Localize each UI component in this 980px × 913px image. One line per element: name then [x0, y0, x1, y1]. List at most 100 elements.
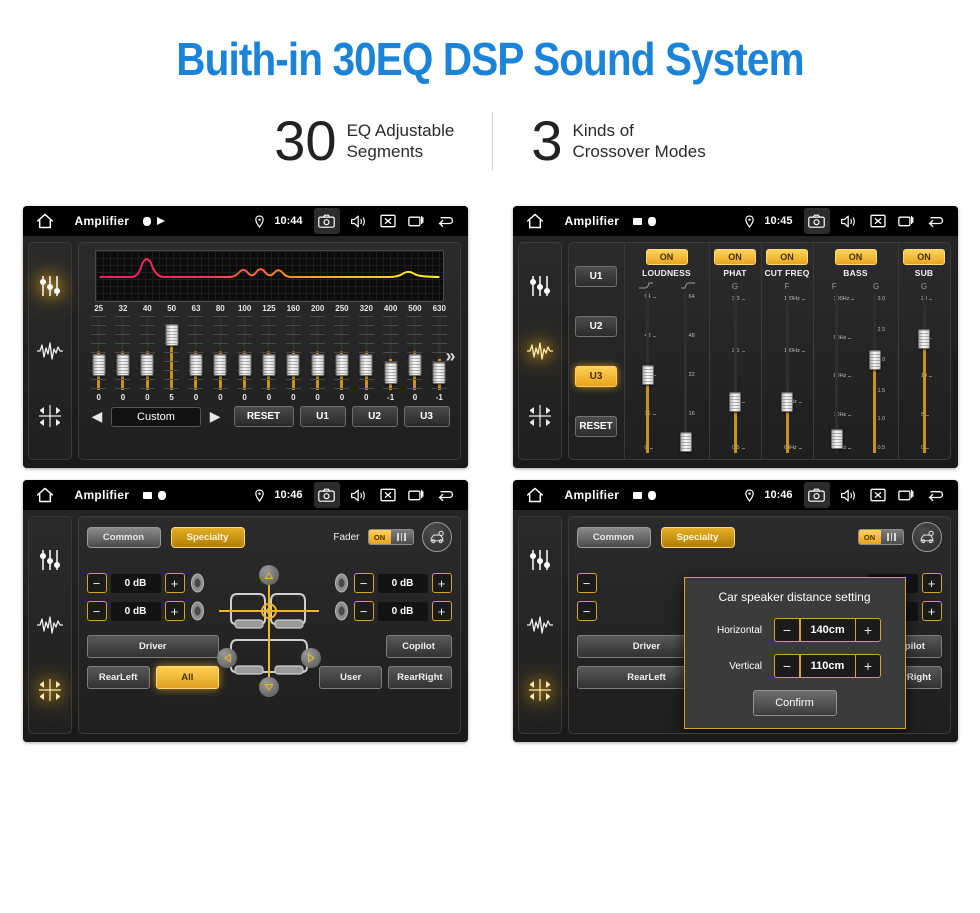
reset-button[interactable]: RESET [575, 415, 617, 437]
user-preset-u2-button[interactable]: U2 [351, 406, 398, 427]
eq-slider[interactable]: 0 [208, 316, 232, 402]
bass-toggle[interactable]: ON [834, 249, 877, 265]
eq-slider-knob[interactable] [311, 354, 325, 376]
preset-u3-button[interactable]: U3 [575, 365, 617, 387]
decrease-button[interactable]: − [353, 573, 374, 593]
equalizer-sliders-icon[interactable] [526, 272, 554, 300]
camera-icon[interactable] [313, 482, 340, 508]
recent-apps-icon[interactable] [407, 211, 427, 231]
confirm-button[interactable]: Confirm [752, 690, 837, 716]
recent-apps-icon[interactable] [897, 485, 917, 505]
eq-slider-knob[interactable] [165, 324, 179, 346]
position-user-button[interactable]: User [319, 666, 383, 689]
waveform-icon[interactable] [36, 337, 64, 365]
cutfreq-toggle[interactable]: ON [766, 249, 808, 265]
eq-slider[interactable]: 0 [354, 316, 378, 402]
equalizer-sliders-icon[interactable] [526, 546, 554, 574]
slider-knob[interactable] [641, 365, 654, 386]
back-icon[interactable] [926, 211, 946, 231]
slider-knob[interactable] [679, 431, 692, 452]
cutfreq-slider[interactable]: 120Hz 100Hz 80Hz 60Hz [768, 293, 806, 453]
increase-button[interactable]: + [431, 573, 452, 593]
back-icon[interactable] [436, 211, 456, 231]
position-copilot-button[interactable]: Copilot [385, 635, 452, 658]
tab-common[interactable]: Common [86, 526, 161, 548]
eq-slider[interactable]: 0 [257, 316, 281, 402]
eq-slider-knob[interactable] [359, 354, 373, 376]
loudness-slider-right[interactable]: 64 48 32 16 0 [667, 291, 705, 453]
camera-icon[interactable] [803, 208, 830, 234]
user-preset-u1-button[interactable]: U1 [299, 406, 346, 427]
sub-toggle[interactable]: ON [903, 249, 945, 265]
camera-icon[interactable] [313, 208, 340, 234]
eq-slider[interactable]: 0 [111, 316, 135, 402]
eq-slider[interactable]: 5 [159, 316, 183, 402]
car-settings-icon[interactable] [421, 522, 452, 552]
slider-knob[interactable] [918, 329, 930, 350]
position-rearright-button[interactable]: RearRight [388, 666, 452, 689]
eq-slider-knob[interactable] [140, 354, 154, 376]
decrease-button[interactable]: − [86, 601, 107, 621]
slider-knob[interactable] [781, 391, 793, 412]
preset-prev-button[interactable]: ◀ [89, 408, 106, 425]
eq-slider-knob[interactable] [189, 354, 203, 376]
seat-position-diagram[interactable] [217, 565, 321, 697]
eq-slider-knob[interactable] [238, 354, 252, 376]
close-box-icon[interactable] [378, 211, 398, 231]
preset-next-button[interactable]: ▶ [207, 408, 224, 425]
volume-icon[interactable] [349, 211, 369, 231]
preset-u1-button[interactable]: U1 [575, 265, 617, 287]
slider-knob[interactable] [868, 350, 881, 371]
eq-slider[interactable]: 0 [403, 316, 427, 402]
eq-slider-knob[interactable] [432, 362, 446, 384]
back-icon[interactable] [436, 485, 456, 505]
eq-slider-knob[interactable] [92, 354, 106, 376]
decrease-button[interactable]: − [775, 619, 799, 641]
phat-toggle[interactable]: ON [714, 249, 756, 265]
decrease-button[interactable]: − [775, 655, 799, 677]
eq-slider[interactable]: 0 [232, 316, 256, 402]
move-down-button[interactable] [259, 677, 279, 697]
position-rearleft-button[interactable]: RearLeft [86, 666, 150, 689]
eq-slider[interactable]: -1 [378, 316, 402, 402]
eq-slider[interactable]: 0 [330, 316, 354, 402]
volume-icon[interactable] [839, 211, 859, 231]
bass-freq-slider[interactable]: 100Hz 90Hz 80Hz 70Hz 60Hz [818, 293, 856, 453]
increase-button[interactable]: + [856, 619, 880, 641]
expand-more-icon[interactable]: » [445, 346, 455, 367]
preset-u2-button[interactable]: U2 [575, 315, 617, 337]
eq-slider-knob[interactable] [408, 354, 422, 376]
waveform-icon[interactable] [526, 611, 554, 639]
increase-button[interactable]: + [164, 601, 185, 621]
equalizer-sliders-icon[interactable] [36, 546, 64, 574]
loudness-toggle[interactable]: ON [645, 249, 688, 265]
volume-icon[interactable] [349, 485, 369, 505]
waveform-icon[interactable] [526, 337, 554, 365]
increase-button[interactable]: + [431, 601, 452, 621]
slider-knob[interactable] [729, 391, 741, 412]
back-icon[interactable] [926, 485, 946, 505]
camera-icon[interactable] [803, 482, 830, 508]
tab-specialty[interactable]: Specialty [170, 526, 245, 548]
eq-slider-knob[interactable] [384, 362, 398, 384]
eq-slider[interactable]: 0 [87, 316, 111, 402]
eq-slider[interactable]: 0 [281, 316, 305, 402]
position-driver-button[interactable]: Driver [86, 635, 219, 658]
phat-slider[interactable]: 3.0 2.1 1.3 0.5 [716, 293, 754, 453]
sub-slider[interactable]: 20 15 10 5 0 [905, 293, 943, 453]
eq-slider[interactable]: 0 [184, 316, 208, 402]
preset-name-display[interactable]: Custom [111, 406, 201, 427]
eq-slider-knob[interactable] [213, 354, 227, 376]
move-up-button[interactable] [259, 565, 279, 585]
home-icon[interactable] [525, 486, 545, 504]
balance-fader-icon[interactable] [526, 676, 554, 704]
equalizer-sliders-icon[interactable] [36, 272, 64, 300]
eq-slider-knob[interactable] [262, 354, 276, 376]
loudness-slider-left[interactable]: 64 48 32 16 0 [629, 291, 667, 453]
waveform-icon[interactable] [36, 611, 64, 639]
decrease-button[interactable]: − [353, 601, 374, 621]
home-icon[interactable] [35, 486, 55, 504]
bass-gain-slider[interactable]: 3.0 2.5 2.0 1.5 1.0 0.5 [856, 293, 894, 453]
balance-fader-icon[interactable] [526, 402, 554, 430]
close-box-icon[interactable] [868, 485, 888, 505]
